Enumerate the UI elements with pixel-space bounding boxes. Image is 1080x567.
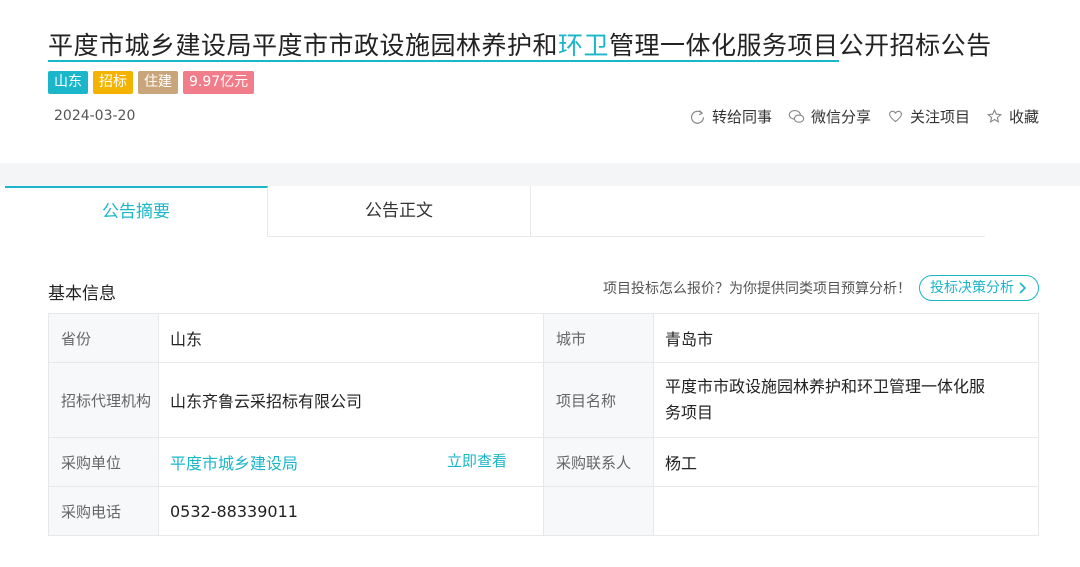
action-bar: 转给同事 微信分享 关注项目 收藏 [689,106,1039,127]
tag-type[interactable]: 招标 [93,71,133,94]
buyer-label: 采购单位 [48,437,159,487]
star-icon [986,108,1003,123]
project-name-value: 平度市市政设施园林养护和环卫管理一体化服务项目 [653,362,1039,438]
table-row: 采购单位 平度市城乡建设局 立即查看 采购联系人 杨工 [48,437,1039,487]
tab-full-text[interactable]: 公告正文 [268,186,531,237]
follow-button[interactable]: 关注项目 [887,106,970,127]
tab-bar: 公告摘要 公告正文 [5,186,985,237]
tag-amount[interactable]: 9.97亿元 [183,71,255,94]
table-row: 省份 山东 城市 青岛市 [48,313,1039,363]
wechat-icon [788,109,805,123]
phone-value: 0532-88339011 [158,486,544,536]
contact-value: 杨工 [653,437,1039,487]
hint-text: 项目投标怎么报价？为你提供同类项目预算分析！ [603,281,911,297]
phone-label: 采购电话 [48,486,159,536]
publish-date: 2024-03-20 [54,108,136,124]
table-row: 招标代理机构 山东齐鲁云采招标有限公司 项目名称 平度市市政设施园林养护和环卫管… [48,362,1039,438]
view-buyer-link[interactable]: 立即查看 [447,450,507,471]
city-label: 城市 [543,313,654,363]
forward-icon [690,110,704,124]
tag-list: 山东 招标 住建 9.97亿元 [48,71,255,94]
follow-label: 关注项目 [909,108,970,126]
forward-label: 转给同事 [711,108,772,126]
province-value: 山东 [158,313,544,363]
title-suffix: 公开招标公告 [838,31,992,60]
tag-region[interactable]: 山东 [48,71,88,94]
tag-industry[interactable]: 住建 [138,71,178,94]
bid-analysis-hint: 项目投标怎么报价？为你提供同类项目预算分析！ 投标决策分析 [603,275,1039,301]
favorite-label: 收藏 [1008,108,1039,126]
wechat-label: 微信分享 [810,108,871,126]
wechat-share-button[interactable]: 微信分享 [788,106,871,127]
agency-label: 招标代理机构 [48,362,159,438]
bid-analysis-button[interactable]: 投标决策分析 [919,275,1039,301]
table-row: 采购电话 0532-88339011 [48,486,1039,536]
forward-button[interactable]: 转给同事 [689,106,772,127]
empty-value [653,486,1039,536]
bid-analysis-label: 投标决策分析 [930,280,1014,296]
buyer-cell: 平度市城乡建设局 立即查看 [158,437,544,487]
favorite-button[interactable]: 收藏 [986,106,1039,127]
tab-filler [531,186,985,237]
content-card: 公告摘要 公告正文 基本信息 项目投标怎么报价？为你提供同类项目预算分析！ 投标… [0,186,1080,567]
empty-label [543,486,654,536]
title-segment: 平度市城乡建设局平度市市政设施园林养护和环卫管理一体化服务项目 [48,31,839,62]
page-title: 平度市城乡建设局平度市市政设施园林养护和环卫管理一体化服务项目公开招标公告 [48,26,992,62]
agency-value: 山东齐鲁云采招标有限公司 [158,362,544,438]
heart-icon [889,110,902,123]
basic-info-table: 省份 山东 城市 青岛市 招标代理机构 山东齐鲁云采招标有限公司 项目名称 平度… [48,313,1039,536]
section-title: 基本信息 [48,284,116,304]
tab-summary[interactable]: 公告摘要 [5,186,268,237]
province-label: 省份 [48,313,159,363]
buyer-link[interactable]: 平度市城乡建设局 [170,454,298,473]
chevron-right-icon [1019,282,1027,294]
announcement-header: 平度市城乡建设局平度市市政设施园林养护和环卫管理一体化服务项目公开招标公告 山东… [0,0,1080,163]
city-value: 青岛市 [653,313,1039,363]
project-name-label: 项目名称 [543,362,654,438]
contact-label: 采购联系人 [543,437,654,487]
